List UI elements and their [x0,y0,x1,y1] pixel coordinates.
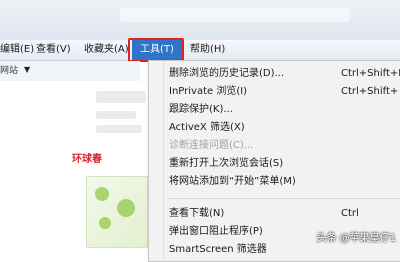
menu-view[interactable]: 查看(V) [36,40,71,60]
favorites-site-label[interactable]: 网站 [0,61,18,81]
menu-item-reopen-session[interactable]: 重新打开上次浏览会话(S) [169,155,400,172]
promo-text: 环球春 [72,154,102,165]
menu-item-inprivate[interactable]: InPrivate 浏览(I) Ctrl+Shift+ [169,83,400,100]
menu-item-delete-history[interactable]: 删除浏览的历史记录(D)... Ctrl+Shift+D [169,65,400,82]
menu-gutter [163,61,164,261]
menu-item-tracking-protection[interactable]: 跟踪保护(K)... [169,101,400,118]
favorites-bar: 网站 ▼ [0,61,140,81]
menu-separator [167,198,400,199]
menu-item-diagnose-connection: 诊断连接问题(C)... [169,140,254,151]
address-bar-blurred [120,8,350,22]
tools-highlight-box [128,38,184,62]
blurred-text [96,91,146,103]
menu-item-activex-filter[interactable]: ActiveX 筛选(X) [169,119,400,136]
watermark-text: 头条 @苹果皇仔1 [316,233,396,244]
browser-top-area [0,0,400,40]
blurred-text [96,125,142,133]
chevron-down-icon[interactable]: ▼ [24,65,30,74]
blurred-text [96,111,136,119]
menu-bar: 编辑(E) 查看(V) 收藏夹(A) 工具(T) 帮助(H) [0,40,400,61]
promo-image [86,176,148,248]
menu-item-view-downloads[interactable]: 查看下载(N) Ctrl [169,205,400,222]
menu-edit[interactable]: 编辑(E) [0,40,34,60]
menu-help[interactable]: 帮助(H) [190,40,225,60]
menu-favorites[interactable]: 收藏夹(A) [84,40,129,60]
menu-item-add-to-start[interactable]: 将网站添加到“开始”菜单(M) [169,173,400,190]
